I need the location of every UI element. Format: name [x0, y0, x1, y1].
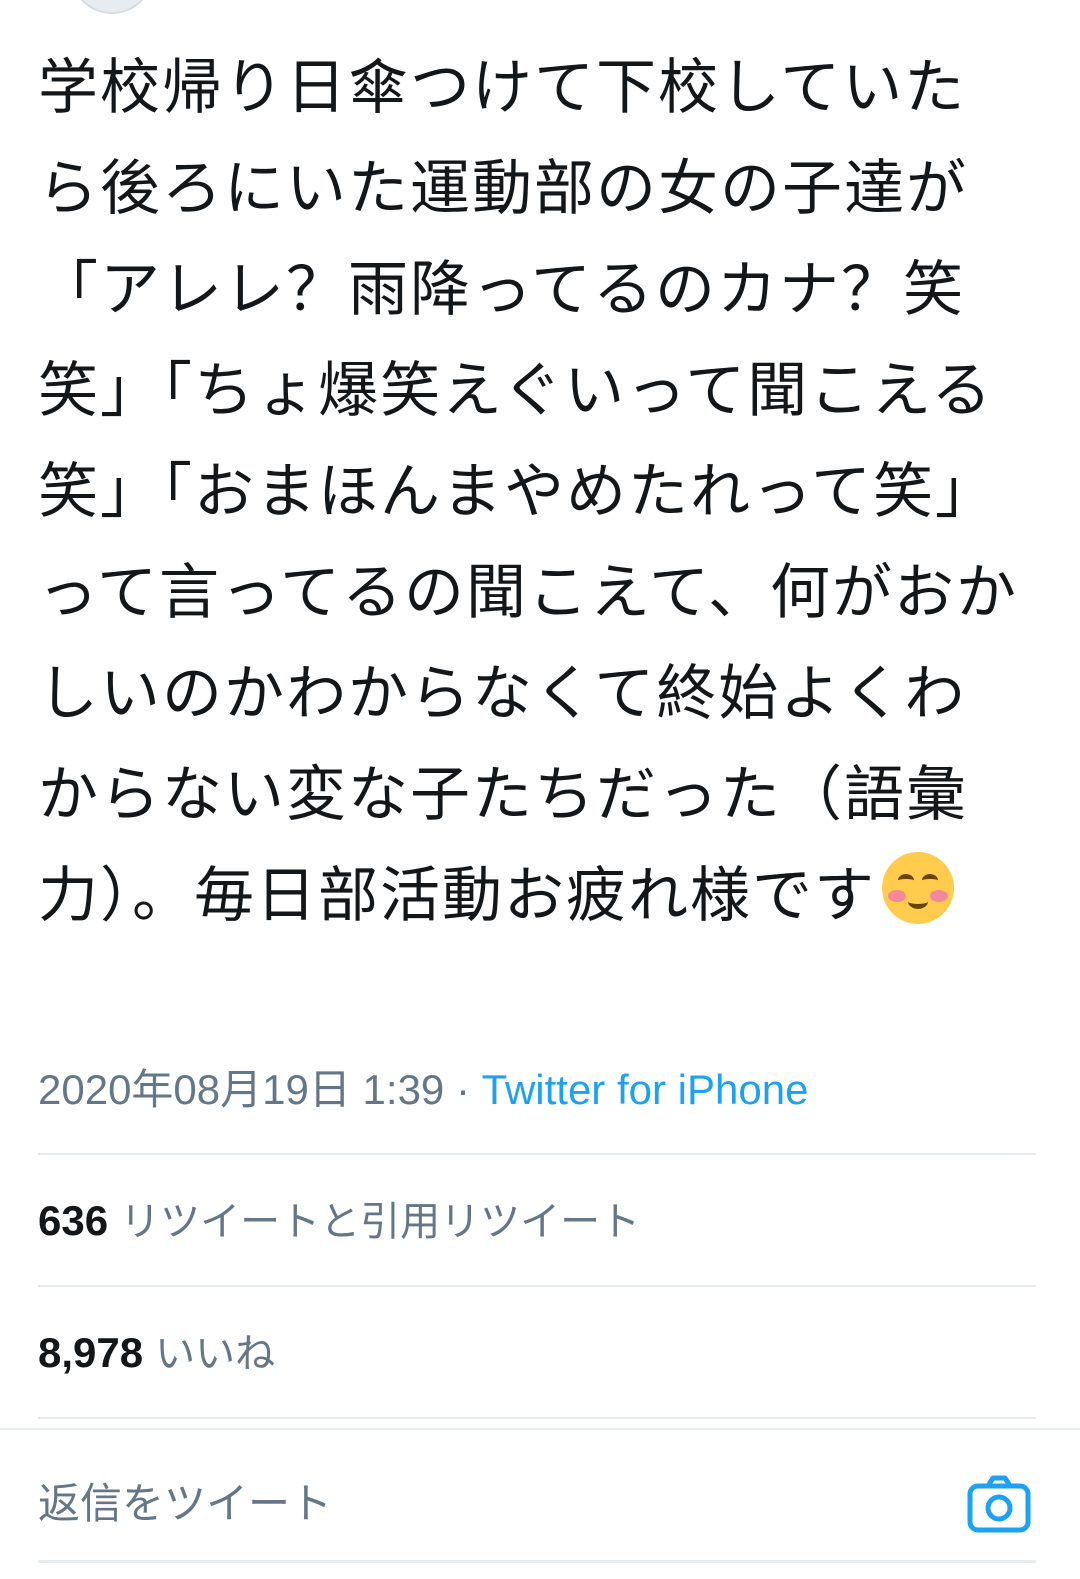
- retweet-count: 636: [38, 1197, 109, 1244]
- reply-underline: [38, 1560, 1036, 1563]
- tweet-body: 学校帰り日傘つけて下校していたら後ろにいた運動部の女の子達が「アレレ？雨降ってる…: [38, 38, 1028, 947]
- retweet-stats[interactable]: 636 リツイートと引用リツイート: [38, 1193, 640, 1250]
- reply-input[interactable]: 返信をツイート: [38, 1476, 332, 1532]
- smiling-face-emoji-icon: [882, 852, 954, 924]
- meta-separator: ·: [444, 1066, 482, 1113]
- like-count: 8,978: [38, 1329, 144, 1376]
- camera-button[interactable]: [966, 1472, 1032, 1538]
- camera-icon: [967, 1475, 1031, 1533]
- like-label: いいね: [155, 1331, 276, 1377]
- divider: [38, 1285, 1036, 1287]
- tweet-timestamp[interactable]: 2020年08月19日 1:39: [38, 1066, 444, 1113]
- divider: [38, 1417, 1036, 1419]
- tweet-text: 学校帰り日傘つけて下校していたら後ろにいた運動部の女の子達が「アレレ？雨降ってる…: [38, 53, 1018, 931]
- tweet-meta: 2020年08月19日 1:39 · Twitter for iPhone: [38, 1062, 808, 1118]
- divider: [38, 1153, 1036, 1155]
- tweet-source-link[interactable]: Twitter for iPhone: [482, 1066, 809, 1113]
- retweet-label: リツイートと引用リツイート: [120, 1199, 641, 1245]
- tweet-detail-page: 学校帰り日傘つけて下校していたら後ろにいた運動部の女の子達が「アレレ？雨降ってる…: [0, 0, 1080, 1579]
- like-stats[interactable]: 8,978 いいね: [38, 1325, 275, 1382]
- reply-composer: 返信をツイート: [0, 1428, 1080, 1579]
- avatar[interactable]: [70, 0, 154, 14]
